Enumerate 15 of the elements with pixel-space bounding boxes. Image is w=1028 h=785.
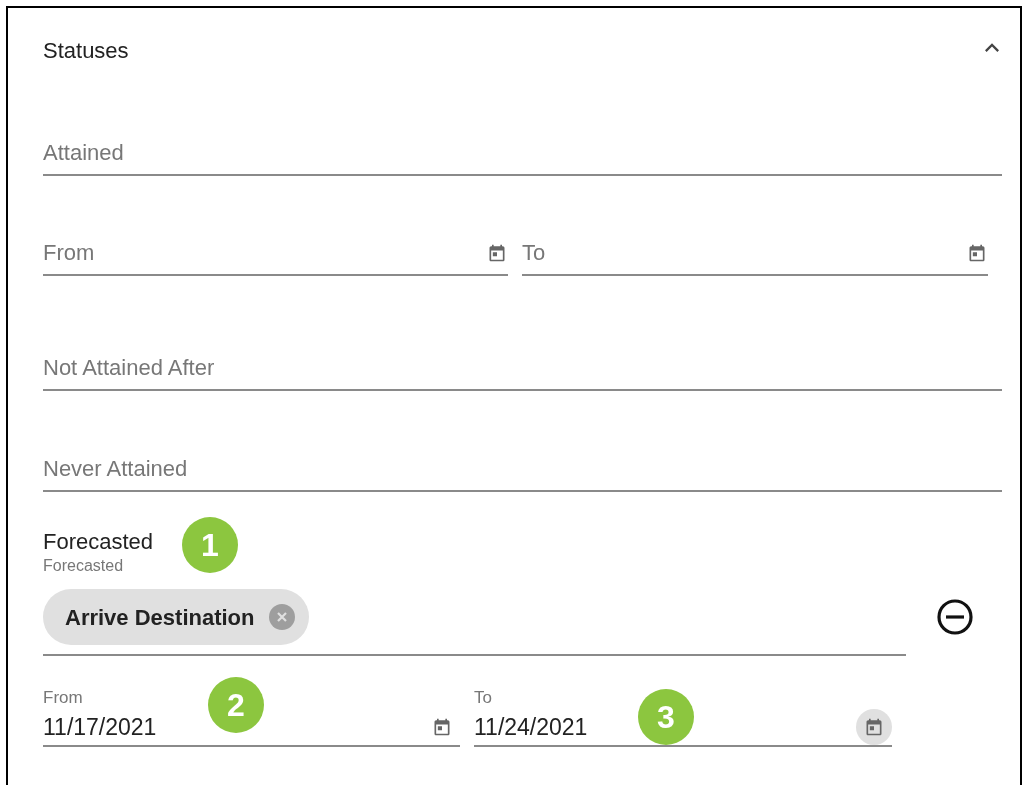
text-field[interactable]: Never Attained (43, 448, 1002, 492)
forecasted-label: Forecasted (43, 528, 154, 556)
date-value: 11/17/2021 (43, 713, 157, 742)
field-label: To (474, 687, 492, 709)
text-field[interactable]: Attained (43, 132, 1002, 176)
remove-circle-icon[interactable] (936, 598, 974, 636)
chip[interactable]: Arrive Destination (43, 589, 309, 645)
field-label: Forecasted (43, 556, 124, 576)
date-value: 11/24/2021 (474, 713, 588, 742)
date-field[interactable]: To (522, 232, 966, 274)
text-field[interactable]: Not Attained After (43, 347, 1002, 391)
field-label: From (43, 687, 83, 709)
chip-input[interactable]: Arrive Destination (43, 589, 906, 656)
section-title: Statuses (43, 37, 129, 65)
date-field[interactable]: From (43, 232, 486, 274)
